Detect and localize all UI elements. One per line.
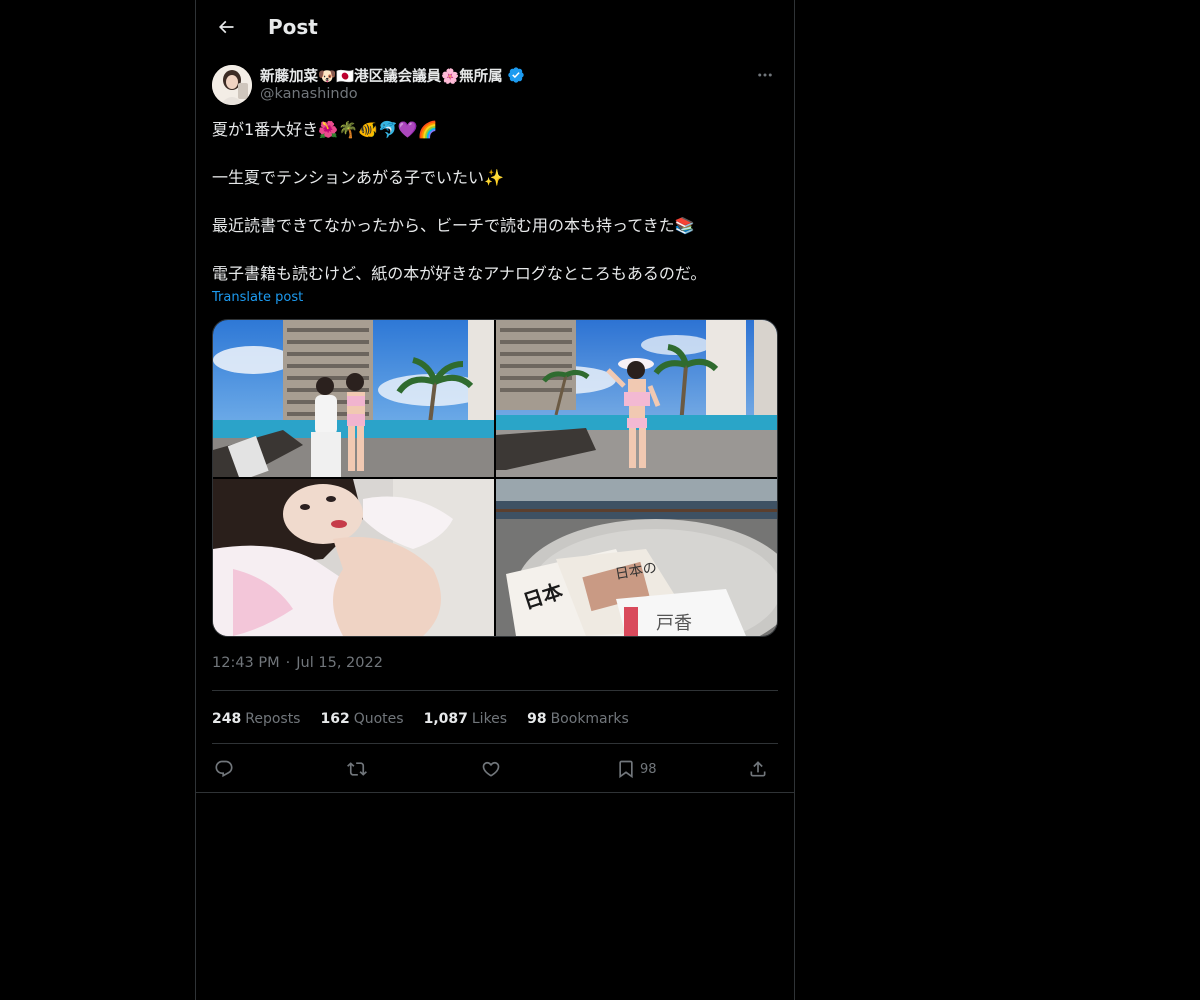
verified-badge-icon	[507, 67, 524, 83]
reply-icon	[215, 760, 233, 778]
divider	[212, 690, 778, 691]
post-text-paragraph: 最近読書できてなかったから、ビーチで読む用の本も持ってきた📚	[212, 216, 695, 235]
stat-quotes-label: Quotes	[353, 711, 404, 727]
bookmark-count: 98	[640, 761, 657, 777]
post-text: 夏が1番大好き🌺🌴🐠🐬💜🌈 一生夏でテンションあがる子でいたい✨ 最近読書できて…	[212, 118, 778, 286]
arrow-left-icon	[218, 20, 234, 34]
author-handle[interactable]: @kanashindo	[260, 86, 358, 102]
heart-icon	[482, 761, 500, 777]
more-options-button[interactable]	[752, 64, 778, 86]
stat-likes-label: Likes	[471, 711, 508, 727]
stat-reposts-value: 248	[212, 711, 242, 727]
media-grid: 日本 日本の 戸香	[212, 319, 778, 637]
post-timestamp[interactable]: 12:43 PM · Jul 15, 2022	[212, 655, 383, 671]
stat-reposts[interactable]: 248 Reposts	[212, 711, 300, 727]
back-button[interactable]	[208, 9, 244, 45]
divider	[212, 743, 778, 744]
author-row: 新藤加菜🐶🇯🇵港区議会議員🌸無所属 @kanashindo	[212, 64, 778, 108]
stat-bookmarks-value: 98	[527, 711, 547, 727]
post-text-paragraph: 夏が1番大好き🌺🌴🐠🐬💜🌈	[212, 120, 438, 139]
bookmark-button[interactable]: 98	[616, 755, 657, 783]
post-date[interactable]: Jul 15, 2022	[296, 655, 383, 671]
divider	[196, 792, 794, 793]
media-photo-1[interactable]	[213, 320, 494, 477]
media-photo-3[interactable]	[213, 479, 494, 636]
post-text-paragraph: 電子書籍も読むけど、紙の本が好きなアナログなところもあるのだ。	[212, 264, 707, 283]
stat-quotes[interactable]: 162 Quotes	[320, 711, 403, 727]
action-bar: 98	[212, 755, 778, 783]
post-text-paragraph: 一生夏でテンションあがる子でいたい✨	[212, 168, 504, 187]
author-name-line[interactable]: 新藤加菜🐶🇯🇵港区議会議員🌸無所属	[260, 64, 525, 86]
avatar[interactable]	[212, 65, 252, 105]
repost-button[interactable]	[347, 755, 367, 783]
more-horizontal-icon	[758, 73, 772, 77]
like-button[interactable]	[481, 755, 501, 783]
stat-bookmarks-label: Bookmarks	[550, 711, 629, 727]
post-header: Post	[196, 0, 794, 54]
post-time[interactable]: 12:43 PM	[212, 655, 280, 671]
stat-likes-value: 1,087	[423, 711, 468, 727]
media-photo-4[interactable]: 日本 日本の 戸香	[496, 479, 777, 636]
media-photo-2[interactable]	[496, 320, 777, 477]
repost-icon	[347, 762, 367, 776]
page-title: Post	[268, 15, 318, 39]
timestamp-separator: ·	[285, 655, 291, 671]
post-column: Post 新藤加菜🐶🇯🇵港区議会議員🌸無所属 @kanashindo 夏が1番大…	[195, 0, 795, 1000]
stat-quotes-value: 162	[320, 711, 350, 727]
share-icon	[750, 761, 766, 777]
bookmark-icon	[619, 760, 633, 779]
translate-post-link[interactable]: Translate post	[212, 290, 303, 305]
reply-button[interactable]	[214, 755, 234, 783]
svg-text:戸香: 戸香	[656, 613, 692, 633]
author-display-name[interactable]: 新藤加菜🐶🇯🇵港区議会議員🌸無所属	[260, 65, 503, 86]
stat-bookmarks[interactable]: 98 Bookmarks	[527, 711, 629, 727]
share-button[interactable]	[748, 755, 768, 783]
post-stats: 248 Reposts 162 Quotes 1,087 Likes 98 Bookma…	[212, 708, 649, 730]
stat-likes[interactable]: 1,087 Likes	[424, 711, 508, 727]
stat-reposts-label: Reposts	[245, 711, 301, 727]
